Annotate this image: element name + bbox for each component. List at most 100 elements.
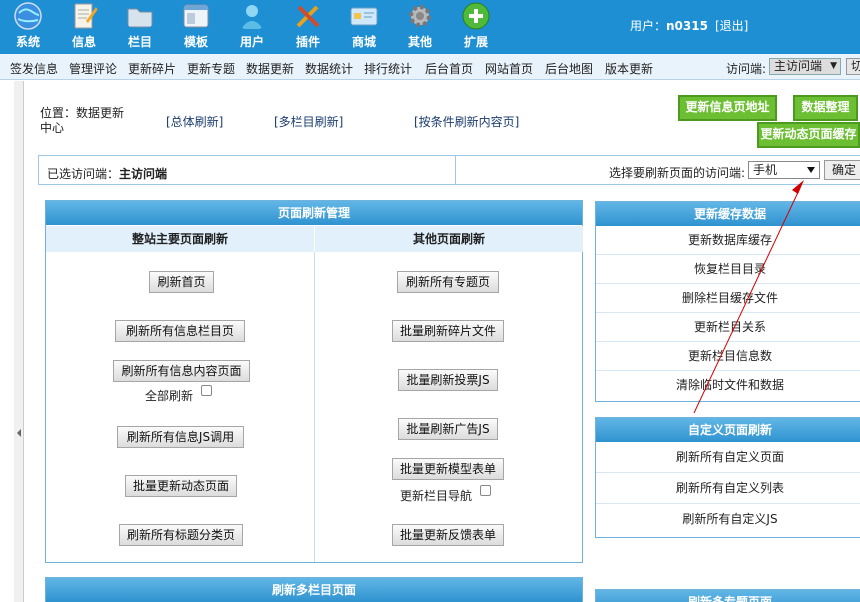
nav-shop[interactable]: 商城 <box>336 0 392 54</box>
page-refresh-panel: 页面刷新管理 整站主要页面刷新 其他页面刷新 刷新首页 刷新所有信息栏目页 刷新… <box>45 200 583 563</box>
username: n0315 <box>666 19 708 33</box>
left-column-header: 整站主要页面刷新 <box>46 226 314 252</box>
nav-template[interactable]: 模板 <box>168 0 224 54</box>
confirm-button[interactable]: 确定 <box>824 160 860 180</box>
refresh-all-js-button[interactable]: 刷新所有信息JS调用 <box>117 426 244 448</box>
subnav-admin-home[interactable]: 后台首页 <box>425 60 473 77</box>
nav-label: 扩展 <box>463 35 488 49</box>
chevron-down-icon: ▼ <box>830 61 837 71</box>
subnav-statistics[interactable]: 数据统计 <box>305 60 353 77</box>
selected-endpoint: 已选访问端：主访问端 <box>47 165 167 182</box>
refresh-all-topics-button[interactable]: 刷新所有专题页 <box>397 271 499 293</box>
left-splitter[interactable] <box>14 81 24 602</box>
subnav-admin-map[interactable]: 后台地图 <box>545 60 593 77</box>
selected-endpoint-bar: 已选访问端：主访问端 选择要刷新页面的访问端: 手机 确定 <box>38 155 860 185</box>
update-nav-checkbox[interactable] <box>480 485 491 496</box>
card-icon <box>350 7 378 26</box>
batch-update-feedback-button[interactable]: 批量更新反馈表单 <box>392 524 504 546</box>
custom-page-refresh-panel: 自定义页面刷新 刷新所有自定义页面 刷新所有自定义列表 刷新所有自定义JS <box>595 417 860 538</box>
restore-column-dir-link[interactable]: 恢复栏目目录 <box>596 255 860 284</box>
nav-user[interactable]: 用户 <box>224 0 280 54</box>
panel-title: 刷新多专题页面 <box>596 590 860 602</box>
subnav-sign-info[interactable]: 签发信息 <box>10 60 58 77</box>
refresh-custom-pages-link[interactable]: 刷新所有自定义页面 <box>596 442 860 473</box>
nav-label: 系统 <box>15 35 40 49</box>
nav-label: 商城 <box>351 35 376 49</box>
all-refresh-label: 全部刷新 <box>145 389 194 403</box>
nav-label: 插件 <box>295 35 320 49</box>
sub-nav: 签发信息 管理评论 更新碎片 更新专题 数据更新 数据统计 排行统计 后台首页 … <box>0 54 860 80</box>
subnav-fragments[interactable]: 更新碎片 <box>128 60 176 77</box>
subnav-version-update[interactable]: 版本更新 <box>605 60 653 77</box>
clear-temp-files-link[interactable]: 清除临时文件和数据 <box>596 371 860 400</box>
panel-title: 自定义页面刷新 <box>596 418 860 442</box>
plus-icon <box>462 2 490 30</box>
link-multi-column-refresh[interactable]: [多栏目刷新] <box>274 113 343 130</box>
user-icon <box>241 5 263 29</box>
notepad-icon <box>74 3 98 29</box>
refresh-home-button[interactable]: 刷新首页 <box>149 271 214 293</box>
batch-refresh-vote-js-button[interactable]: 批量刷新投票JS <box>398 369 498 391</box>
choose-endpoint-label: 选择要刷新页面的访问端: <box>609 166 746 180</box>
link-conditional-refresh[interactable]: [按条件刷新内容页] <box>414 113 519 130</box>
tools-icon <box>296 5 320 28</box>
batch-refresh-fragments-button[interactable]: 批量刷新碎片文件 <box>392 320 504 342</box>
delete-column-cache-link[interactable]: 删除栏目缓存文件 <box>596 284 860 313</box>
right-column-header: 其他页面刷新 <box>315 226 583 252</box>
refresh-title-categories-button[interactable]: 刷新所有标题分类页 <box>119 524 243 546</box>
nav-column[interactable]: 栏目 <box>112 0 168 54</box>
refresh-all-columns-button[interactable]: 刷新所有信息栏目页 <box>115 320 245 342</box>
update-dynamic-cache-button[interactable]: 更新动态页面缓存 <box>757 122 860 148</box>
subnav-ranking[interactable]: 排行统计 <box>364 60 412 77</box>
multi-column-refresh-panel: 刷新多栏目页面 <box>45 577 583 602</box>
update-column-count-link[interactable]: 更新栏目信息数 <box>596 342 860 371</box>
update-nav-label: 更新栏目导航 <box>400 489 473 503</box>
update-column-relation-link[interactable]: 更新栏目关系 <box>596 313 860 342</box>
nav-label: 栏目 <box>127 35 152 49</box>
endpoint-dropdown[interactable]: 手机 <box>748 161 820 179</box>
panel-title: 刷新多栏目页面 <box>46 578 582 602</box>
subnav-comments[interactable]: 管理评论 <box>69 60 117 77</box>
panel-title: 页面刷新管理 <box>46 201 582 225</box>
window-icon <box>183 4 209 28</box>
folder-icon <box>127 8 153 28</box>
logout-link[interactable]: [退出] <box>715 17 748 34</box>
update-cache-panel: 更新缓存数据 更新数据库缓存 恢复栏目目录 删除栏目缓存文件 更新栏目关系 更新… <box>595 201 860 402</box>
visit-select[interactable]: 主访问端 ▼ <box>769 58 841 75</box>
link-total-refresh[interactable]: [总体刷新] <box>166 113 223 130</box>
nav-label: 用户 <box>239 35 264 49</box>
top-header: 系统 信息 栏目 模板 用户 插件 商城 其他 扩展 用户：n0315 [退出] <box>0 0 860 54</box>
refresh-custom-js-link[interactable]: 刷新所有自定义JS <box>596 504 860 535</box>
location-breadcrumb: 位置：数据更新中心 <box>40 106 125 135</box>
refresh-all-content-button[interactable]: 刷新所有信息内容页面 <box>113 360 250 382</box>
subnav-data-update[interactable]: 数据更新 <box>246 60 294 77</box>
nav-label: 信息 <box>71 35 96 49</box>
data-organize-button[interactable]: 数据整理 <box>793 95 858 121</box>
nav-other[interactable]: 其他 <box>392 0 448 54</box>
collapse-arrow-icon[interactable] <box>17 429 21 437</box>
nav-system[interactable]: 系统 <box>0 0 56 54</box>
update-info-url-button[interactable]: 更新信息页地址 <box>678 95 777 121</box>
refresh-custom-lists-link[interactable]: 刷新所有自定义列表 <box>596 473 860 504</box>
update-db-cache-link[interactable]: 更新数据库缓存 <box>596 226 860 255</box>
nav-plugin[interactable]: 插件 <box>280 0 336 54</box>
nav-info[interactable]: 信息 <box>56 0 112 54</box>
batch-update-dynamic-button[interactable]: 批量更新动态页面 <box>125 475 237 497</box>
user-info: 用户：n0315 <box>630 17 708 34</box>
subnav-site-home[interactable]: 网站首页 <box>485 60 533 77</box>
dropdown-value: 手机 <box>753 163 778 177</box>
switch-button[interactable]: 切 <box>846 58 860 75</box>
panel-title: 更新缓存数据 <box>596 202 860 226</box>
subnav-topics[interactable]: 更新专题 <box>187 60 235 77</box>
nav-extend[interactable]: 扩展 <box>448 0 504 54</box>
chevron-down-icon <box>807 167 815 173</box>
visit-value: 主访问端 <box>774 59 823 73</box>
selected-prefix: 已选访问端： <box>47 167 120 181</box>
user-prefix: 用户： <box>630 19 667 33</box>
all-refresh-checkbox[interactable] <box>201 385 212 396</box>
batch-refresh-ad-js-button[interactable]: 批量刷新广告JS <box>398 418 498 440</box>
batch-update-model-form-button[interactable]: 批量更新模型表单 <box>392 458 504 480</box>
multi-topic-refresh-panel: 刷新多专题页面 <box>595 589 860 602</box>
column-divider <box>314 252 315 562</box>
globe-icon <box>14 2 42 30</box>
